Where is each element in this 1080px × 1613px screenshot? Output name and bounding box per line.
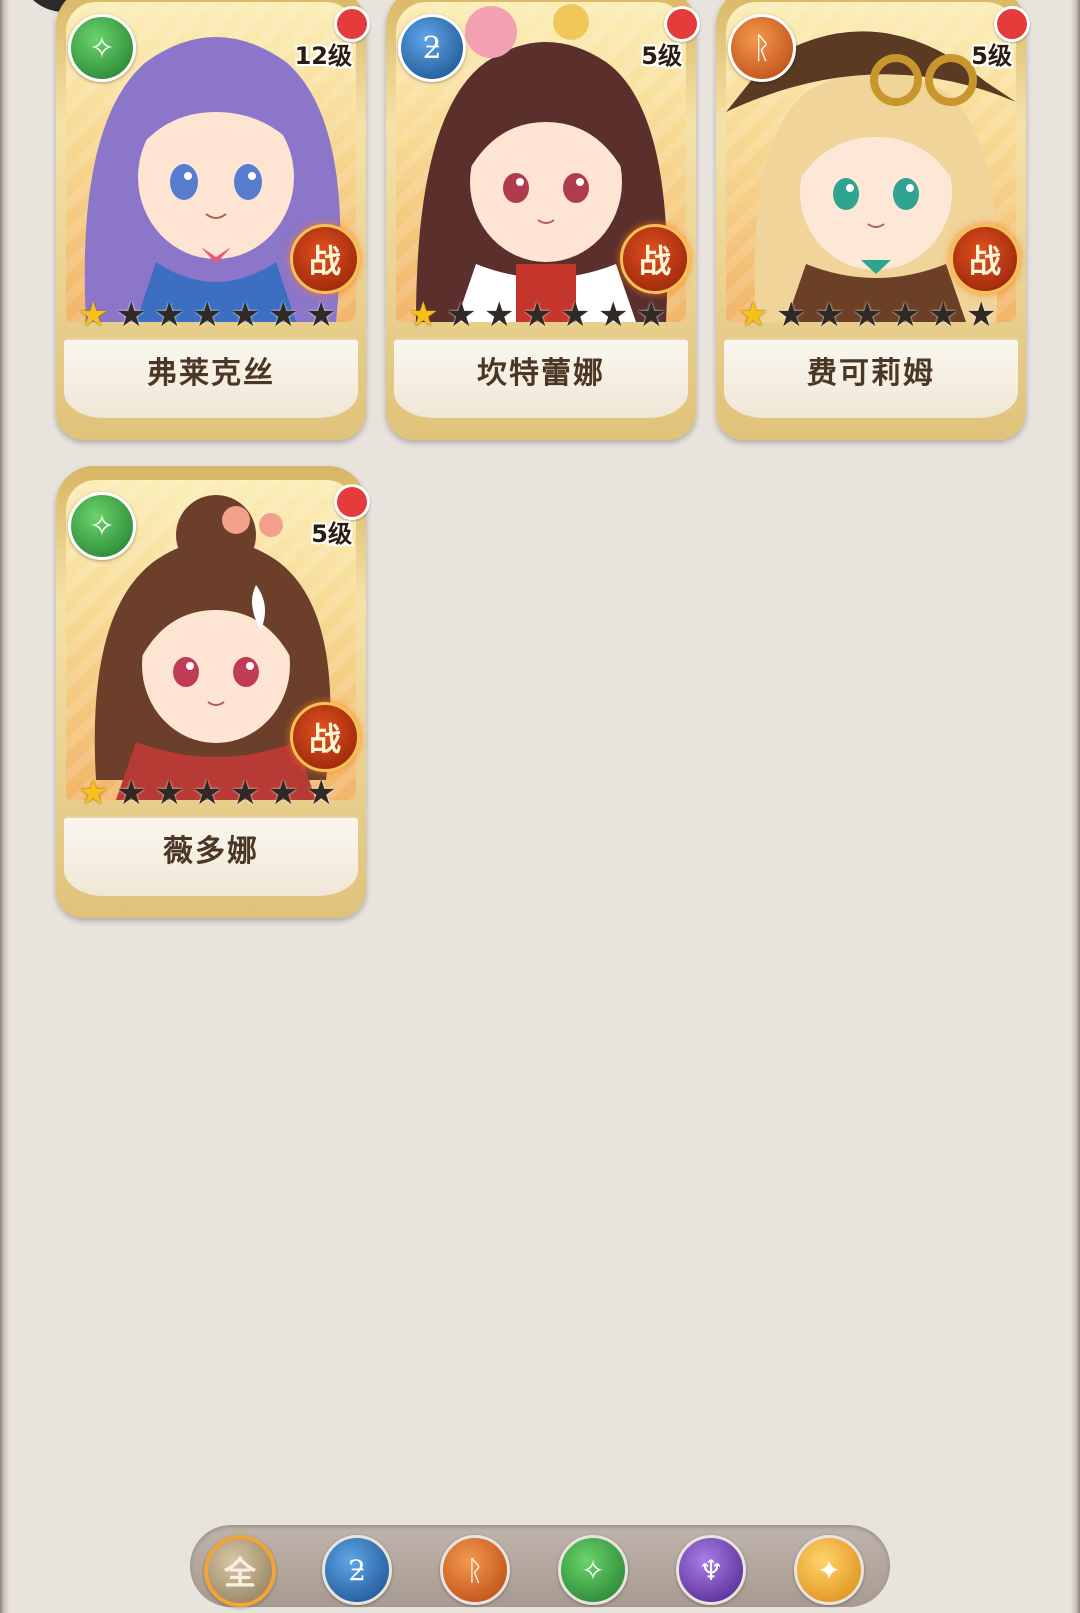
star-empty-icon: ★ — [814, 295, 845, 335]
star-empty-icon: ★ — [116, 773, 147, 813]
star-empty-icon: ★ — [852, 295, 883, 335]
star-empty-icon: ★ — [928, 295, 959, 335]
battle-badge-icon: 战 — [290, 702, 360, 772]
star-empty-icon: ★ — [154, 773, 185, 813]
star-empty-icon: ★ — [890, 295, 921, 335]
star-rating: ★ ★ ★ ★ ★ ★ ★ — [738, 298, 1000, 338]
star-filled-icon: ★ — [78, 773, 109, 813]
hero-name: 坎特蕾娜 — [477, 356, 605, 391]
star-empty-icon: ★ — [598, 295, 629, 335]
right-frame-border — [1070, 0, 1080, 1613]
hero-name: 薇多娜 — [163, 834, 259, 869]
filter-light-button[interactable]: ✦ — [794, 1535, 864, 1605]
filter-fire-button[interactable]: ᚱ — [440, 1535, 510, 1605]
fire-element-icon: ᚱ — [728, 14, 796, 82]
hero-name: 费可莉姆 — [807, 356, 935, 391]
wind-element-icon: ✧ — [68, 492, 136, 560]
star-empty-icon: ★ — [306, 295, 337, 335]
star-filled-icon: ★ — [78, 295, 109, 335]
star-empty-icon: ★ — [268, 773, 299, 813]
wind-element-icon: ✧ — [581, 1553, 605, 1587]
star-empty-icon: ★ — [116, 295, 147, 335]
star-filled-icon: ★ — [408, 295, 439, 335]
star-rating: ★ ★ ★ ★ ★ ★ ★ — [78, 298, 340, 338]
battle-badge-icon: 战 — [290, 224, 360, 294]
hero-card[interactable]: ᚱ 5级 战 ★ ★ ★ ★ ★ ★ ★ 费可莉姆 — [716, 0, 1030, 440]
battle-badge-icon: 战 — [950, 224, 1020, 294]
hero-level: 12级 — [294, 42, 352, 70]
hero-card[interactable]: ✧ 5级 战 ★ ★ ★ ★ ★ ★ ★ 薇多娜 — [56, 466, 370, 918]
filter-wind-button[interactable]: ✧ — [558, 1535, 628, 1605]
wind-element-icon: ✧ — [68, 14, 136, 82]
hero-nameplate: 薇多娜 — [64, 816, 358, 896]
star-empty-icon: ★ — [636, 295, 667, 335]
star-filled-icon: ★ — [738, 295, 769, 335]
star-empty-icon: ★ — [560, 295, 591, 335]
fire-element-icon: ᚱ — [466, 1553, 484, 1587]
star-empty-icon: ★ — [192, 295, 223, 335]
star-empty-icon: ★ — [966, 295, 997, 335]
battle-badge-icon: 战 — [620, 224, 690, 294]
filter-all-button[interactable]: 全 — [204, 1535, 276, 1607]
hero-level: 5级 — [311, 520, 352, 548]
filter-dark-button[interactable]: ♆ — [676, 1535, 746, 1605]
star-rating: ★ ★ ★ ★ ★ ★ ★ — [408, 298, 670, 338]
star-empty-icon: ★ — [268, 295, 299, 335]
star-empty-icon: ★ — [776, 295, 807, 335]
hero-nameplate: 弗莱克丝 — [64, 338, 358, 418]
hero-nameplate: 费可莉姆 — [724, 338, 1018, 418]
star-empty-icon: ★ — [484, 295, 515, 335]
hero-card[interactable]: ✧ 12级 战 ★ ★ ★ ★ ★ ★ ★ 弗莱克丝 — [56, 0, 370, 440]
element-filter-bar: 全 ƻ ᚱ ✧ ♆ ✦ — [190, 1525, 890, 1607]
filter-all-label: 全 — [223, 1554, 256, 1592]
filter-water-button[interactable]: ƻ — [322, 1535, 392, 1605]
star-rating: ★ ★ ★ ★ ★ ★ ★ — [78, 776, 340, 816]
star-empty-icon: ★ — [230, 295, 261, 335]
hero-card[interactable]: ƻ 5级 战 ★ ★ ★ ★ ★ ★ ★ 坎特蕾娜 — [386, 0, 700, 440]
left-frame-border — [0, 0, 10, 1613]
water-element-icon: ƻ — [348, 1553, 366, 1587]
star-empty-icon: ★ — [154, 295, 185, 335]
hero-level: 5级 — [641, 42, 682, 70]
star-empty-icon: ★ — [192, 773, 223, 813]
star-empty-icon: ★ — [522, 295, 553, 335]
dark-element-icon: ♆ — [698, 1553, 724, 1587]
star-empty-icon: ★ — [446, 295, 477, 335]
light-element-icon: ✦ — [817, 1553, 841, 1587]
star-empty-icon: ★ — [230, 773, 261, 813]
hero-level: 5级 — [971, 42, 1012, 70]
water-element-icon: ƻ — [398, 14, 466, 82]
star-empty-icon: ★ — [306, 773, 337, 813]
hero-nameplate: 坎特蕾娜 — [394, 338, 688, 418]
hero-name: 弗莱克丝 — [147, 356, 275, 391]
